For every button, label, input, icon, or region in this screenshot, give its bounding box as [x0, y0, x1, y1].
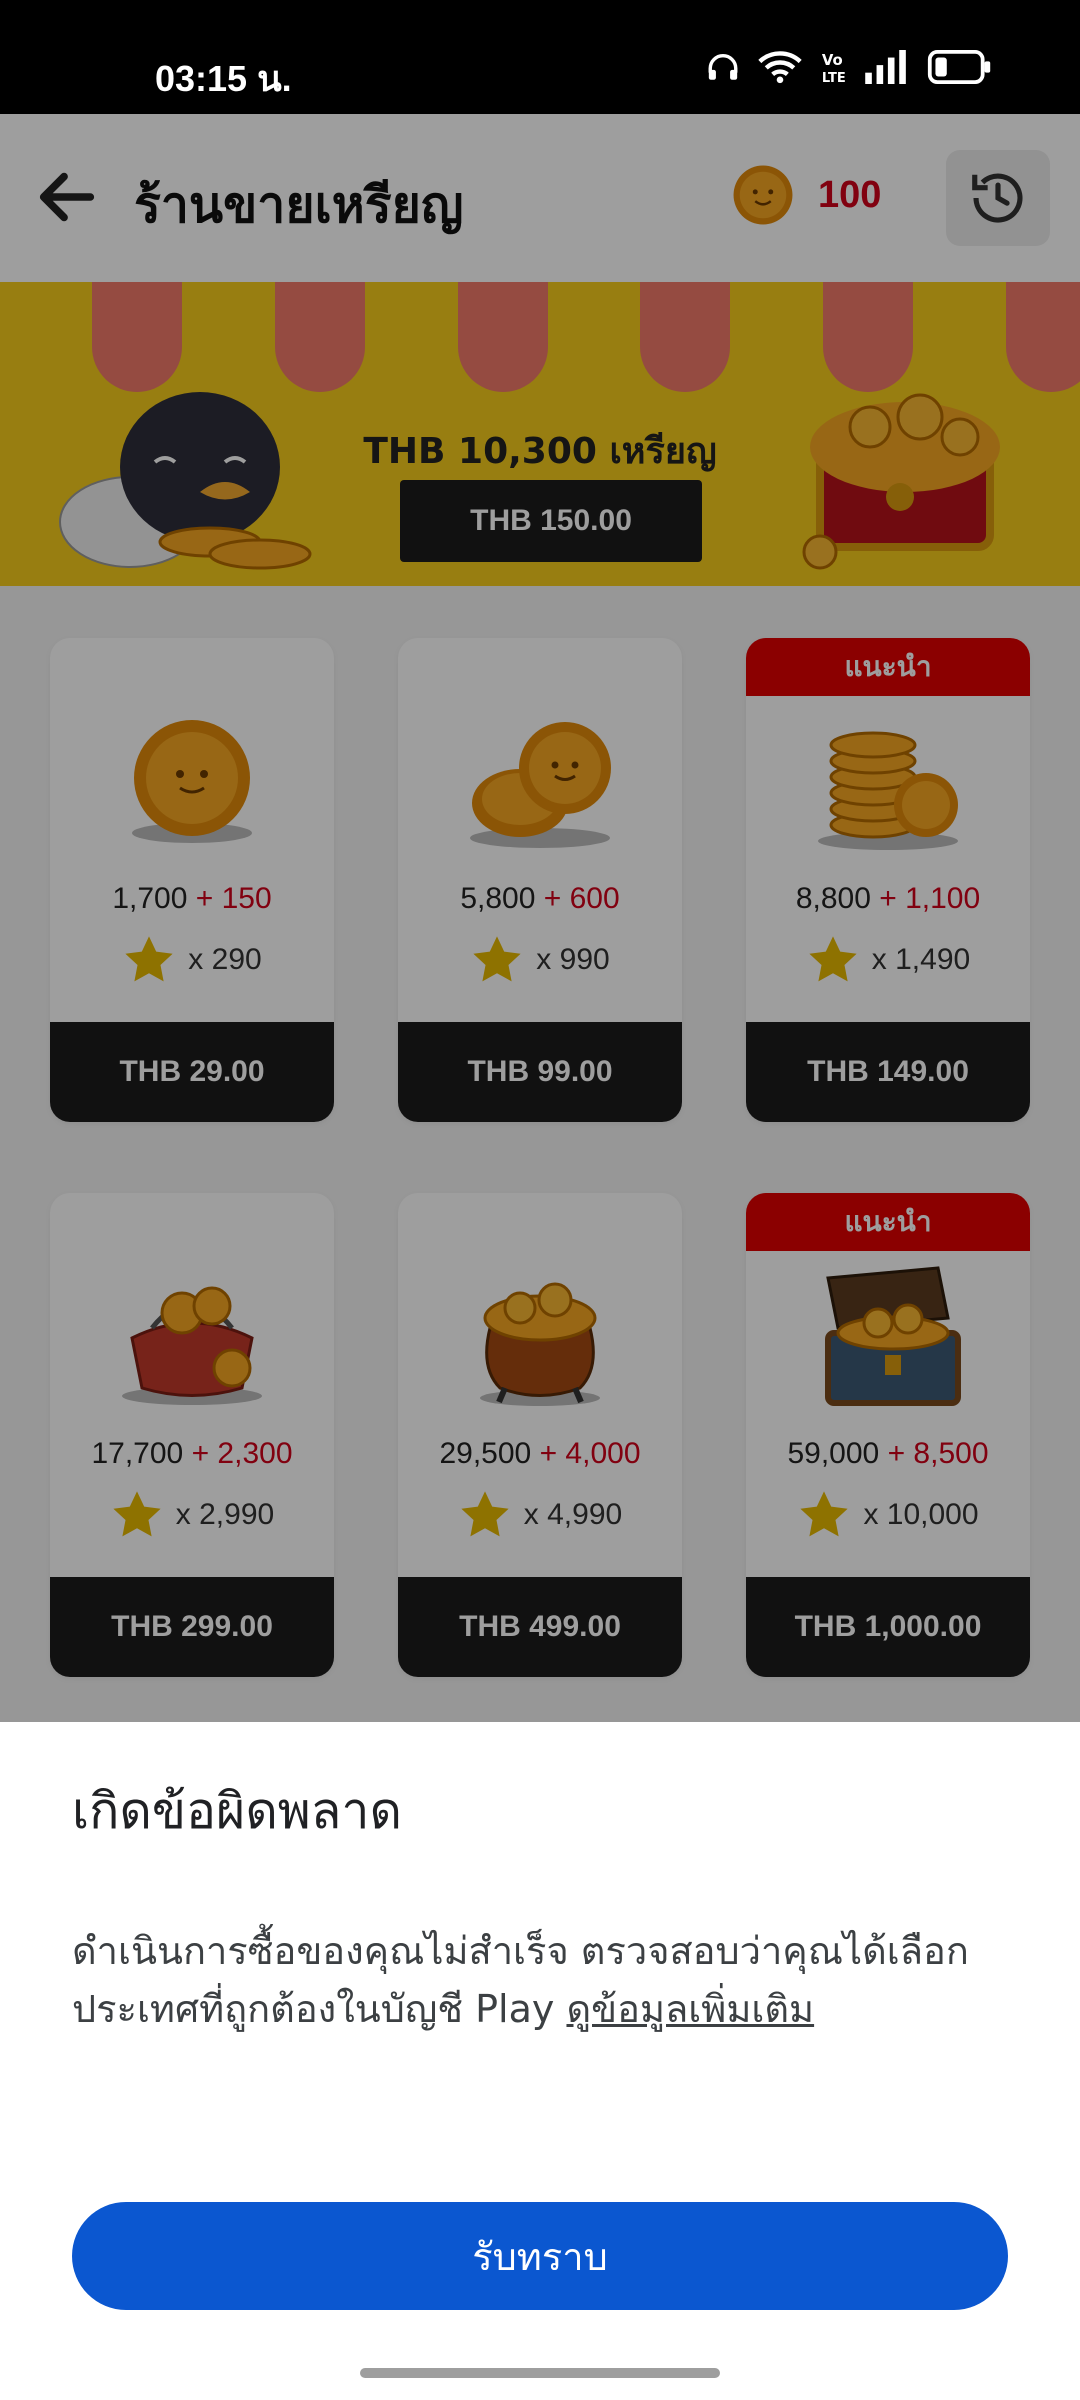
dialog-title: เกิดข้อผิดพลาด — [72, 1782, 402, 1840]
error-dialog: เกิดข้อผิดพลาด ดำเนินการซื้อของคุณไม่สำเ… — [0, 1722, 1080, 2400]
svg-text:LTE: LTE — [822, 71, 846, 84]
battery-icon — [927, 50, 991, 84]
signal-icon — [865, 50, 906, 84]
modal-scrim[interactable] — [0, 114, 1080, 1722]
wifi-icon — [758, 51, 802, 84]
status-time: 03:15 น. — [155, 58, 292, 99]
status-bar: 03:15 น. Vo LTE — [0, 0, 1080, 114]
headphones-icon — [708, 53, 738, 80]
acknowledge-button[interactable]: รับทราบ — [72, 2202, 1008, 2310]
status-icons: Vo LTE — [706, 50, 994, 84]
coin-shop-screen: ร้านขายเหรียญ 100 THB 10,300 เหรียญ THB … — [0, 114, 1080, 1722]
learn-more-link[interactable]: ดูข้อมูลเพิ่มเติม — [566, 1987, 814, 2031]
home-indicator[interactable] — [360, 2368, 720, 2378]
svg-text:Vo: Vo — [822, 51, 843, 69]
dialog-message: ดำเนินการซื้อของคุณไม่สำเร็จ ตรวจสอบว่าค… — [72, 1922, 1032, 2038]
volte-icon: Vo LTE — [822, 51, 846, 84]
dialog-body-text: ดำเนินการซื้อของคุณไม่สำเร็จ ตรวจสอบว่าค… — [72, 1929, 969, 2031]
